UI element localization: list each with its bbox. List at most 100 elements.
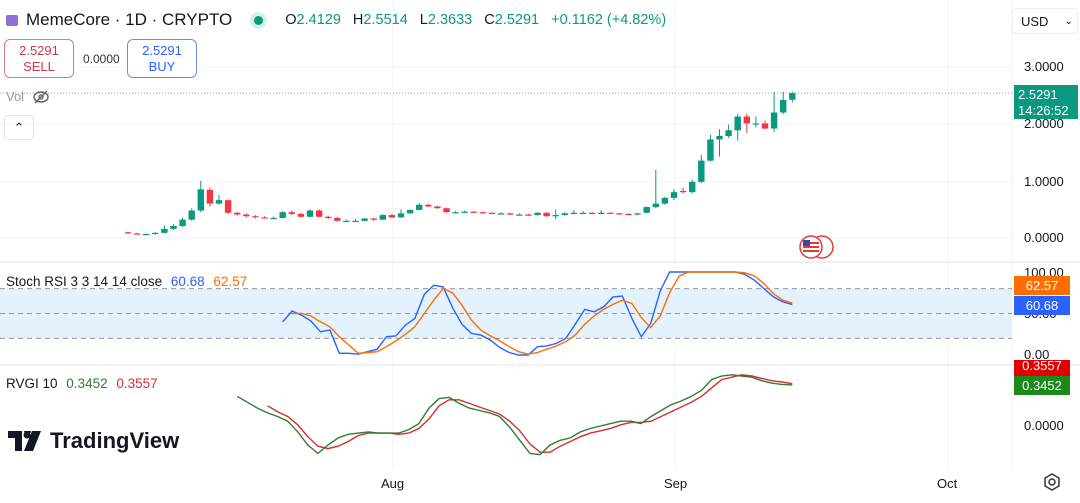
sell-label: SELL <box>23 59 55 74</box>
candle-body <box>625 213 632 216</box>
candle-body <box>416 204 423 210</box>
change-value: +0.1162 (+4.82%) <box>551 12 667 28</box>
volume-label: Vol <box>6 89 25 104</box>
stoch-d-value: 62.57 <box>213 274 248 289</box>
candle-body <box>197 189 204 211</box>
candle-body <box>252 216 259 218</box>
spread-value: 0.0000 <box>83 52 120 66</box>
candle-body <box>170 225 177 229</box>
candle-body <box>652 203 659 208</box>
open-label: O <box>285 12 297 28</box>
time-tick: Oct <box>937 476 958 491</box>
candle-body <box>206 189 214 204</box>
buy-label: BUY <box>148 59 176 74</box>
candle-body <box>161 228 168 233</box>
rvgi-tick: 0.0000 <box>1024 418 1064 433</box>
candle-body <box>461 211 468 213</box>
candle-body <box>516 214 523 216</box>
open-value: 2.4129 <box>296 12 341 28</box>
candle-body <box>479 212 487 214</box>
candle-body <box>634 213 641 215</box>
chevron-up-icon: ⌃ <box>13 120 25 135</box>
rvgi-signal-tag: 0.3557 <box>1014 359 1070 376</box>
rvgi-signal-value: 0.3557 <box>116 376 158 391</box>
candle-body <box>425 204 432 207</box>
candle-body <box>334 217 341 221</box>
candle-body <box>588 212 596 214</box>
candle-body <box>707 139 714 161</box>
candle-body <box>789 93 796 100</box>
candle-body <box>315 210 323 217</box>
candle-body <box>261 217 268 219</box>
low-value: 2.3633 <box>427 12 473 28</box>
candle-body <box>543 212 550 217</box>
candle-body <box>470 211 477 213</box>
buy-button[interactable]: 2.5291 BUY <box>127 39 197 78</box>
candle-body <box>525 214 532 216</box>
stoch-k-value: 60.68 <box>170 274 205 289</box>
candle-body <box>780 99 787 113</box>
candle-body <box>743 116 750 124</box>
chevron-down-icon: ⌄ <box>1064 16 1073 27</box>
candle-body <box>152 232 159 235</box>
symbol-title[interactable]: MemeCore · 1D · CRYPTO <box>26 10 232 30</box>
eye-off-icon[interactable] <box>32 89 50 104</box>
candle-body <box>570 212 578 214</box>
tradingview-wordmark: TradingView <box>50 428 180 453</box>
candle-body <box>616 213 623 215</box>
sell-price: 2.5291 <box>19 43 59 58</box>
candle-body <box>698 160 705 182</box>
candle-body <box>670 192 678 198</box>
candle-body <box>325 216 332 218</box>
candle-body <box>534 212 541 216</box>
last-price: 2.5291 <box>1018 87 1058 102</box>
settings-icon[interactable] <box>1042 472 1062 492</box>
currency-dropdown[interactable]: USD ⌄ <box>1012 8 1078 34</box>
candle-body <box>270 217 277 220</box>
low-label: L <box>419 12 428 28</box>
candle-body <box>443 208 450 213</box>
candle-body <box>497 213 505 215</box>
candle-body <box>243 214 250 217</box>
stoch-rsi-legend[interactable]: Stoch RSI 3 3 14 14 close 60.68 62.57 <box>6 274 252 289</box>
candle-body <box>507 213 514 215</box>
candle-body <box>397 213 405 218</box>
candle-body <box>643 207 650 213</box>
candle-body <box>143 233 150 236</box>
candle-body <box>434 206 441 209</box>
candle-body <box>661 197 669 204</box>
ohlc-values: O2.4129 H2.5514 L2.3633 C2.5291 +0.1162 … <box>285 12 674 28</box>
tradingview-logo[interactable]: TradingView <box>8 428 179 454</box>
price-tick: 3.0000 <box>1024 59 1064 74</box>
close-value: 2.5291 <box>494 12 540 28</box>
candle-body <box>452 212 459 214</box>
candle-body <box>124 232 132 234</box>
high-value: 2.5514 <box>363 12 408 28</box>
candle-body <box>579 212 587 214</box>
rvgi-legend[interactable]: RVGI 10 0.3452 0.3557 <box>6 376 163 391</box>
candle-body <box>406 209 414 214</box>
sell-button[interactable]: 2.5291 SELL <box>4 39 74 78</box>
candle-body <box>215 200 223 204</box>
candle-body <box>388 215 396 218</box>
us-flag-events-icon[interactable] <box>798 234 838 260</box>
rvgi-signal-line <box>267 374 793 453</box>
candle-body <box>352 220 359 223</box>
candle-body <box>734 116 741 131</box>
candle-body <box>561 213 568 216</box>
candle-body <box>552 215 559 217</box>
candle-body <box>234 212 241 215</box>
candle-body <box>679 191 687 193</box>
symbol-header: MemeCore · 1D · CRYPTO O2.4129 H2.5514 L… <box>6 10 674 30</box>
candle-body <box>598 212 605 214</box>
collapse-legend-button[interactable]: ⌃ <box>4 115 34 140</box>
tradingview-logo-icon <box>8 431 41 451</box>
volume-legend: Vol <box>6 89 50 104</box>
time-tick: Sep <box>664 476 688 491</box>
stoch-k-tag: 60.68 <box>1014 296 1070 315</box>
candle-body <box>279 212 286 218</box>
candle-body <box>770 112 778 129</box>
price-tick: 1.0000 <box>1024 174 1064 189</box>
candle-body <box>716 136 723 140</box>
candle-body <box>288 212 295 214</box>
